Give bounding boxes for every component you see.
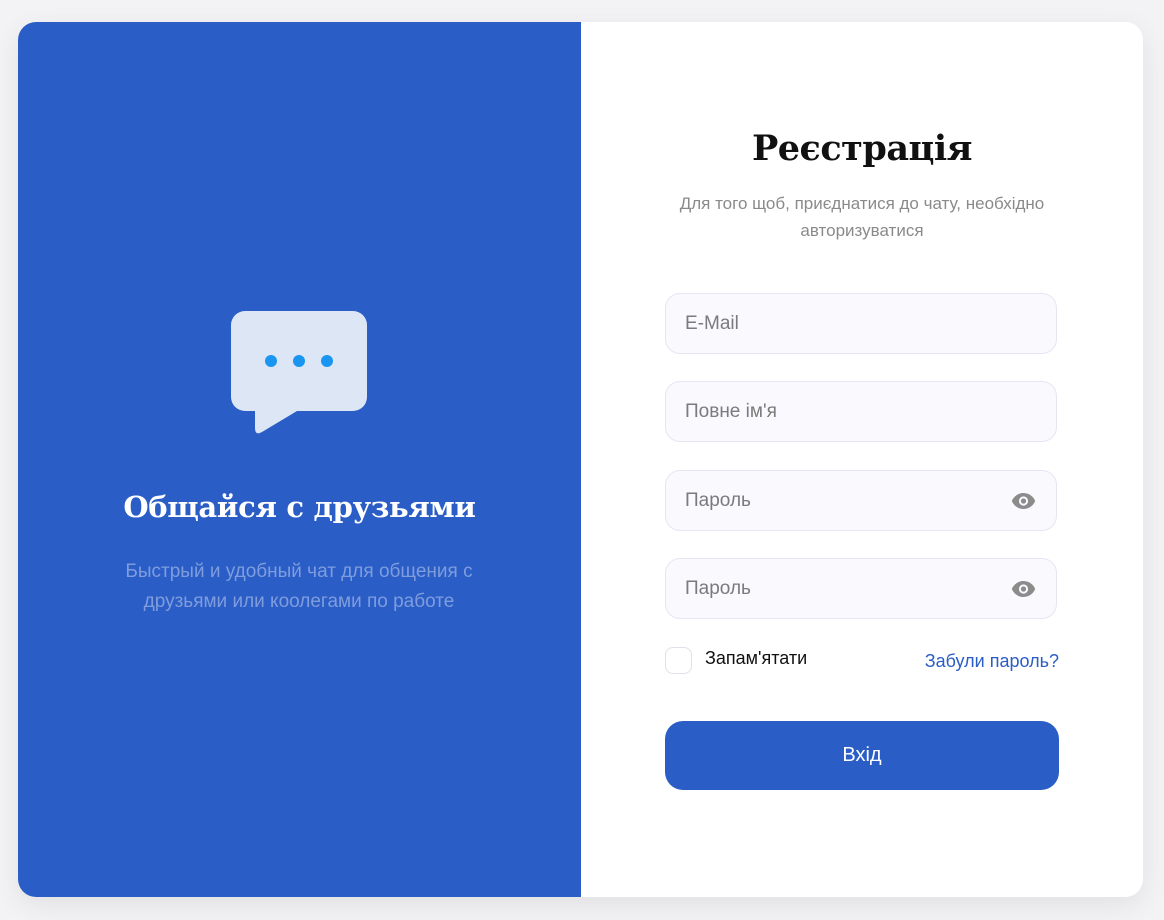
password-confirm-input[interactable] (666, 559, 1015, 618)
fullname-field (665, 381, 1057, 442)
promo-subtitle: Быстрый и удобный чат для общения с друз… (125, 561, 473, 612)
registration-panel: Реєстрація Для того щоб, приєднатися до … (581, 22, 1143, 897)
password-field (665, 470, 1057, 531)
remember-checkbox[interactable] (665, 647, 692, 674)
eye-icon[interactable] (1011, 492, 1036, 510)
chat-bubble-icon (231, 311, 367, 434)
password-confirm-field (665, 558, 1057, 619)
promo-title: Общайся с друзьями (123, 490, 476, 524)
email-field (665, 293, 1057, 354)
fullname-input[interactable] (666, 382, 1015, 441)
password-input[interactable] (666, 471, 1015, 530)
eye-icon[interactable] (1011, 580, 1036, 598)
remember-label: Запам'ятати (705, 648, 808, 668)
email-input[interactable] (666, 294, 1015, 353)
login-button[interactable]: Вхід (665, 721, 1059, 790)
form-title: Реєстрація (751, 128, 973, 169)
promo-panel: Общайся с друзьями Быстрый и удобный чат… (18, 22, 581, 897)
remember-me[interactable]: Запам'ятати (665, 647, 807, 674)
form-subtitle: Для того щоб, приєднатися до чату, необх… (679, 194, 1045, 240)
auth-card: Общайся с друзьями Быстрый и удобный чат… (18, 22, 1143, 897)
forgot-password-link[interactable]: Забули пароль? (925, 651, 1059, 672)
